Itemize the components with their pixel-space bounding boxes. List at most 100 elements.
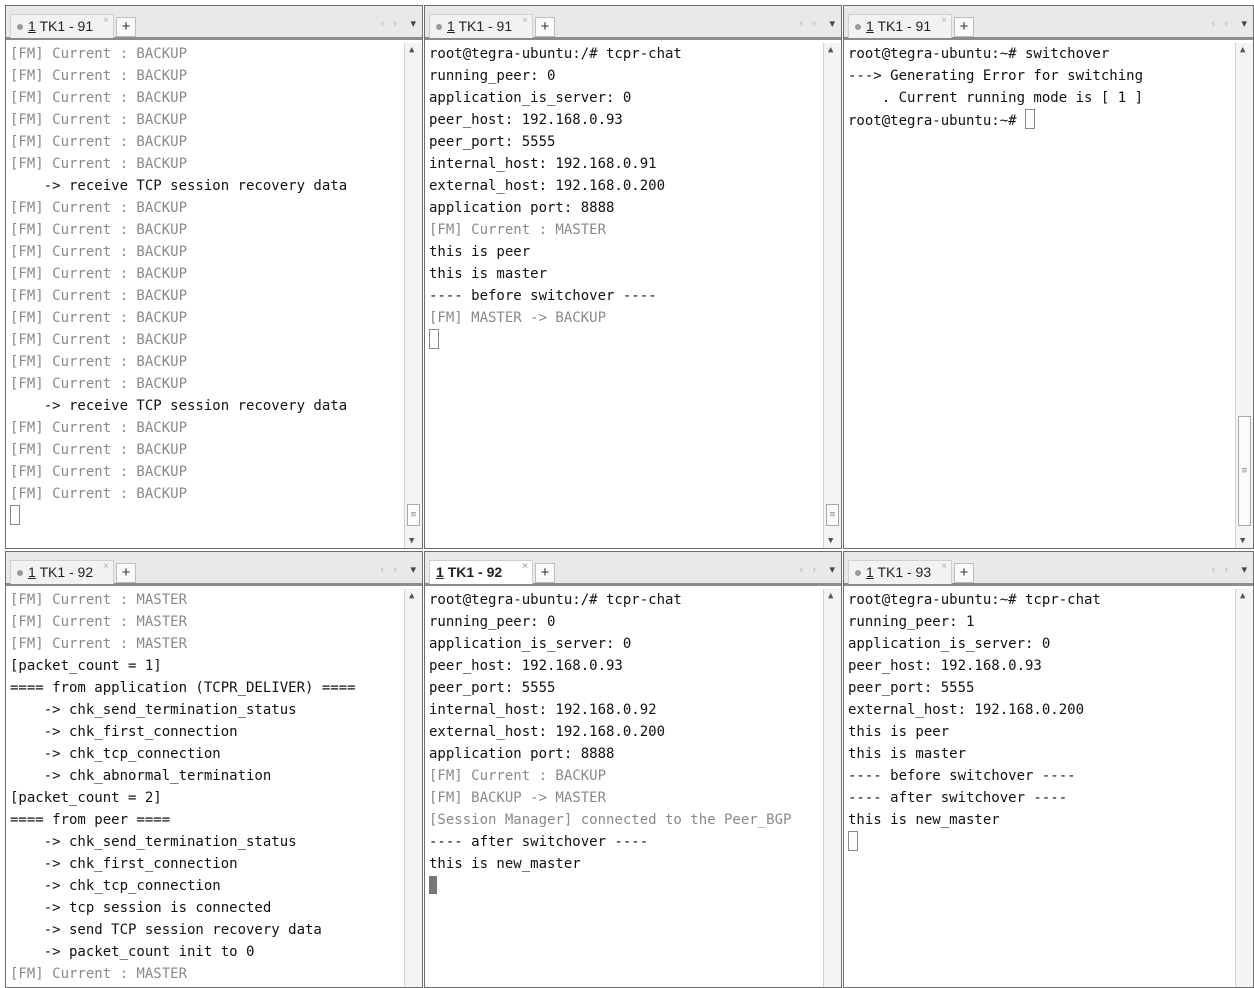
close-tab-icon[interactable]: × [103,556,109,578]
terminal-line-text: [FM] MASTER -> BACKUP [429,310,607,326]
terminal-line-text: [FM] Current : BACKUP [10,376,188,392]
cursor [848,831,858,851]
terminal-line: running_peer: 0 [429,65,817,87]
scrollbar[interactable]: ▲ [404,589,422,987]
cursor [429,876,437,894]
tab-scroll-arrows-icon[interactable]: ‹ › [381,564,400,576]
terminal-output[interactable]: [FM] Current : BACKUP [FM] Current : BACK… [10,43,398,548]
tab-tk1-92-active[interactable]: 1 TK1 - 92 × [429,560,533,584]
tab-menu-dropdown-icon[interactable]: ▾ [1241,17,1247,30]
scrollbar[interactable]: ▲ ≡ ▼ [823,43,841,548]
terminal-line: this is master [848,743,1229,765]
terminal-output[interactable]: root@tegra-ubuntu:~# tcpr-chat running_pe… [848,589,1229,987]
cursor [429,329,439,349]
scroll-up-icon[interactable]: ▲ [828,45,833,55]
terminal-line-text: [FM] Current : MASTER [429,222,607,238]
terminal-line: this is peer [429,241,817,263]
scrollbar[interactable]: ▲ ≡ ▼ [1235,43,1253,548]
scroll-up-icon[interactable]: ▲ [409,591,414,601]
terminal-line-text: peer_port: 5555 [848,680,975,696]
close-tab-icon[interactable]: × [941,556,947,578]
terminal-line-text: root@tegra-ubuntu:~# switchover [848,46,1110,62]
close-tab-icon[interactable]: × [522,10,528,32]
new-tab-button[interactable]: + [116,563,136,583]
tab-scroll-arrows-icon[interactable]: ‹ › [1212,564,1231,576]
cursor-line [429,875,817,897]
tab-scroll-arrows-icon[interactable]: ‹ › [1212,18,1231,30]
activity-dot-icon [855,570,861,577]
scroll-down-icon[interactable]: ▼ [409,536,414,546]
terminal-line: -> chk_first_connection [10,721,398,743]
close-tab-icon[interactable]: × [941,10,947,32]
scrollbar-thumb[interactable]: ≡ [407,504,420,526]
tab-menu-dropdown-icon[interactable]: ▾ [410,17,416,30]
terminal-line-text: this is master [848,746,967,762]
terminal-pane-bottom-right: 1 TK1 - 93 × + ‹ › ▾ root@tegra-ubuntu:~… [843,551,1254,988]
tab-tk1-93[interactable]: 1 TK1 - 93 × [848,560,952,584]
close-tab-icon[interactable]: × [522,556,528,578]
terminal-line: -> chk_first_connection [10,853,398,875]
terminal-line: root@tegra-ubuntu:/# tcpr-chat [429,43,817,65]
tab-menu-dropdown-icon[interactable]: ▾ [829,17,835,30]
scroll-up-icon[interactable]: ▲ [1240,591,1245,601]
terminal-line-text: [FM] Current : BACKUP [10,310,188,326]
terminal-line-text: ---> Generating Error for switching [848,68,1144,84]
terminal-line: [FM] Current : BACKUP [10,153,398,175]
new-tab-button[interactable]: + [954,563,974,583]
terminal-line: [FM] MASTER -> BACKUP [429,307,817,329]
scrollbar[interactable]: ▲ [823,589,841,987]
new-tab-button[interactable]: + [116,17,136,37]
terminal-line: peer_host: 192.168.0.93 [429,655,817,677]
terminal-line-text: this is new_master [848,812,1000,828]
tab-menu-dropdown-icon[interactable]: ▾ [1241,563,1247,576]
terminal-line-text: [FM] Current : BACKUP [10,354,188,370]
terminal-line: -> chk_tcp_connection [10,875,398,897]
terminal-line: ---- before switchover ---- [429,285,817,307]
terminal-output[interactable]: root@tegra-ubuntu:/# tcpr-chat running_pe… [429,43,817,548]
tab-menu-dropdown-icon[interactable]: ▾ [829,563,835,576]
terminal-line-text: application_is_server: 0 [429,636,632,652]
terminal-line: [FM] Current : MASTER [10,611,398,633]
terminal-line-text: internal_host: 192.168.0.92 [429,702,657,718]
terminal-line: peer_host: 192.168.0.93 [429,109,817,131]
tab-scroll-arrows-icon[interactable]: ‹ › [381,18,400,30]
terminal-line-text: ---- before switchover ---- [429,288,657,304]
scrollbar[interactable]: ▲ ≡ ▼ [404,43,422,548]
terminal-line: running_peer: 1 [848,611,1229,633]
close-tab-icon[interactable]: × [103,10,109,32]
terminal-line: [FM] Current : BACKUP [10,65,398,87]
new-tab-button[interactable]: + [535,563,555,583]
terminal-line-text: [FM] Current : BACKUP [10,266,188,282]
terminal-output[interactable]: root@tegra-ubuntu:~# switchover ---> Gene… [848,43,1229,548]
terminal-line-text: -> chk_tcp_connection [10,878,221,894]
tab-scroll-arrows-icon[interactable]: ‹ › [800,18,819,30]
terminal-line-text: [FM] Current : BACKUP [10,420,188,436]
tab-tk1-91[interactable]: 1 TK1 - 91 × [429,14,533,38]
terminal-line-text: root@tegra-ubuntu:/# tcpr-chat [429,592,682,608]
terminal-line: [FM] Current : BACKUP [10,351,398,373]
tab-title: TK1 - 91 [458,18,513,34]
terminal-line: -> chk_tcp_connection [10,743,398,765]
tab-scroll-arrows-icon[interactable]: ‹ › [800,564,819,576]
new-tab-button[interactable]: + [954,17,974,37]
scrollbar-thumb[interactable]: ≡ [826,504,839,526]
tab-tk1-91[interactable]: 1 TK1 - 91 × [10,14,114,38]
terminal-line-text: [FM] Current : BACKUP [10,222,188,238]
scroll-up-icon[interactable]: ▲ [1240,45,1245,55]
scroll-up-icon[interactable]: ▲ [409,45,414,55]
tab-tk1-91[interactable]: 1 TK1 - 91 × [848,14,952,38]
terminal-line-text: root@tegra-ubuntu:~# tcpr-chat [848,592,1101,608]
terminal-output[interactable]: [FM] Current : MASTER [FM] Current : MAST… [10,589,398,987]
tab-menu-dropdown-icon[interactable]: ▾ [410,563,416,576]
new-tab-button[interactable]: + [535,17,555,37]
tab-tk1-92[interactable]: 1 TK1 - 92 × [10,560,114,584]
scroll-up-icon[interactable]: ▲ [828,591,833,601]
terminal-line: ---- before switchover ---- [848,765,1229,787]
scroll-down-icon[interactable]: ▼ [1240,536,1245,546]
scroll-down-icon[interactable]: ▼ [828,536,833,546]
scrollbar[interactable]: ▲ [1235,589,1253,987]
terminal-line: peer_port: 5555 [429,677,817,699]
terminal-output[interactable]: root@tegra-ubuntu:/# tcpr-chat running_pe… [429,589,817,987]
terminal-line-text: -> chk_first_connection [10,724,238,740]
scrollbar-thumb[interactable]: ≡ [1238,416,1251,526]
